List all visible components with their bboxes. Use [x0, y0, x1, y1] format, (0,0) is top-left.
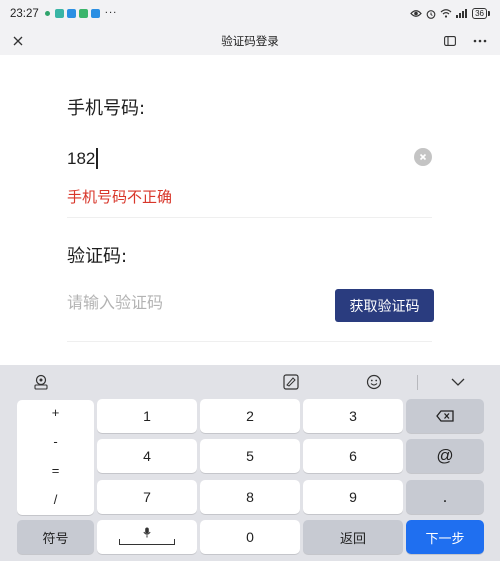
key-5[interactable]: 5 [200, 439, 300, 473]
app-notification-icon [78, 9, 88, 18]
more-icon [473, 39, 487, 43]
phone-divider [67, 217, 432, 218]
sidebar-icon [444, 36, 456, 46]
handwriting-button[interactable] [282, 373, 300, 391]
keyboard-toolbar [0, 365, 500, 399]
more-button[interactable] [470, 31, 490, 51]
title-bar: 验证码登录 [0, 27, 500, 55]
app-notification-icon [90, 9, 100, 18]
dot-key[interactable]: . [406, 480, 484, 514]
key-4[interactable]: 4 [97, 439, 197, 473]
key-1[interactable]: 1 [97, 399, 197, 433]
backspace-key[interactable] [406, 399, 484, 433]
text-caret [96, 148, 98, 169]
code-label: 验证码: [67, 246, 128, 267]
microphone-icon [143, 527, 151, 538]
symbol-key[interactable]: 符号 [17, 520, 94, 554]
close-icon [13, 36, 23, 46]
get-code-button[interactable]: 获取验证码 [335, 289, 434, 322]
plus-key[interactable]: + [17, 405, 94, 420]
emoji-icon [366, 374, 382, 390]
status-right-group: 36 [410, 8, 490, 19]
app-notification-icon [66, 9, 76, 18]
numeric-keyboard: + - = / 1 2 3 4 5 6 @ 7 8 9 . 符号 0 返回 下一… [0, 365, 500, 561]
sidebar-button[interactable] [440, 31, 460, 51]
battery-level: 36 [472, 8, 487, 19]
phone-input[interactable]: 182 [67, 148, 98, 169]
key-0[interactable]: 0 [200, 520, 300, 554]
title-bar-actions [440, 31, 490, 51]
backspace-icon [436, 410, 454, 422]
key-3[interactable]: 3 [303, 399, 403, 433]
chevron-down-icon [451, 378, 465, 386]
slash-key[interactable]: / [17, 492, 94, 507]
status-time: 23:27 [10, 7, 39, 20]
eye-icon [410, 10, 422, 17]
alarm-icon [426, 9, 436, 19]
back-key[interactable]: 返回 [303, 520, 403, 554]
phone-input-value: 182 [67, 148, 96, 168]
clear-phone-button[interactable] [414, 148, 432, 166]
key-2[interactable]: 2 [200, 399, 300, 433]
key-8[interactable]: 8 [200, 480, 300, 514]
keyboard-settings-button[interactable] [32, 373, 50, 391]
verification-code-input[interactable] [67, 293, 317, 312]
code-divider [67, 341, 432, 342]
emoji-button[interactable] [365, 373, 383, 391]
keyboard-settings-icon [34, 374, 48, 390]
close-button[interactable] [8, 31, 28, 51]
key-7[interactable]: 7 [97, 480, 197, 514]
next-step-key[interactable]: 下一步 [406, 520, 484, 554]
status-more-indicator: ··· [104, 8, 118, 19]
phone-label: 手机号码: [67, 98, 146, 119]
phone-error-message: 手机号码不正确 [67, 188, 173, 206]
battery-cap [488, 11, 490, 16]
battery-icon: 36 [472, 8, 490, 19]
collapse-keyboard-button[interactable] [449, 373, 467, 391]
clear-icon [419, 153, 427, 161]
signal-icon [456, 9, 468, 18]
app-notification-icon [54, 9, 64, 18]
minus-key[interactable]: - [17, 434, 94, 449]
at-key[interactable]: @ [406, 439, 484, 473]
wifi-icon [440, 9, 452, 18]
notification-dot-icon [44, 11, 50, 16]
key-9[interactable]: 9 [303, 480, 403, 514]
toolbar-separator [417, 375, 418, 390]
space-key[interactable] [97, 520, 197, 554]
space-bar-icon [119, 539, 175, 545]
status-bar: 23:27 ··· 36 [0, 0, 500, 27]
page-title: 验证码登录 [221, 34, 279, 48]
symbol-column: + - = / [17, 400, 94, 515]
key-6[interactable]: 6 [303, 439, 403, 473]
login-form: 手机号码: 182 手机号码不正确 验证码: 获取验证码 [0, 55, 500, 365]
handwriting-icon [283, 374, 299, 390]
equals-key[interactable]: = [17, 463, 94, 478]
